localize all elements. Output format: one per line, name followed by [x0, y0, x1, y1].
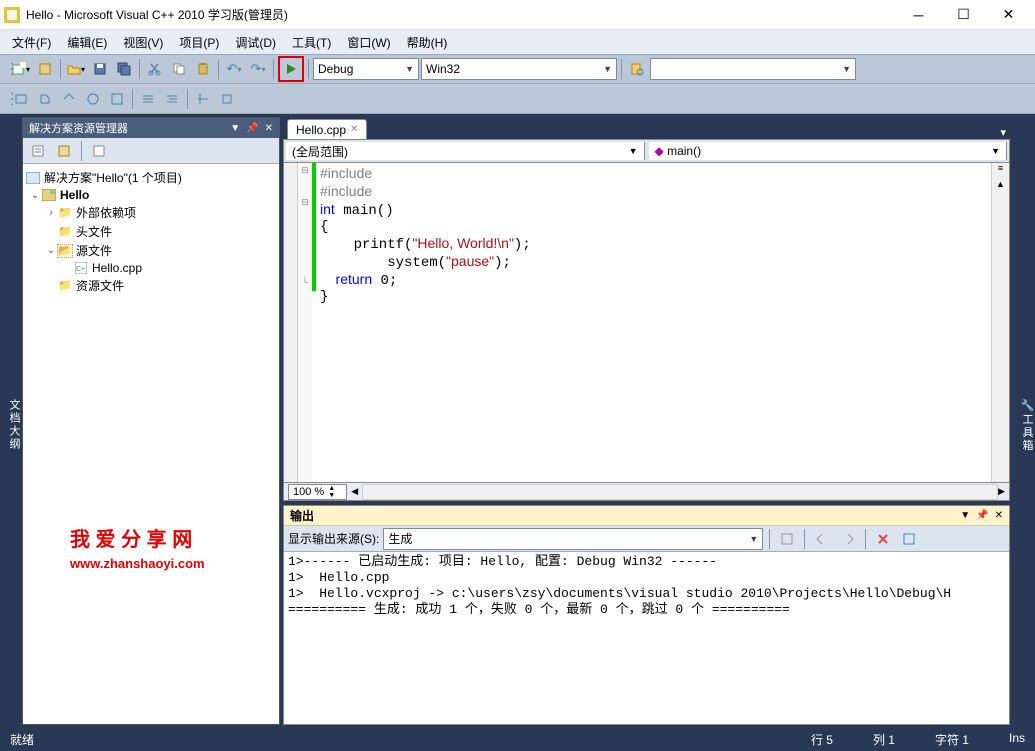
- output-btn-1[interactable]: [776, 528, 798, 550]
- close-tab-icon[interactable]: ✕: [350, 124, 358, 135]
- window-title: Hello - Microsoft Visual C++ 2010 学习版(管理…: [26, 6, 896, 23]
- code-editor[interactable]: ⊟⊟└ #include #include int main() { print…: [283, 163, 1010, 483]
- main-toolbar: ⋮ ▾ ▾ ↶▾ ↷▾ Debug▼ Win32▼ ▼: [0, 54, 1035, 84]
- save-button[interactable]: [89, 58, 111, 80]
- menu-file[interactable]: 文件(F): [4, 32, 59, 53]
- output-toolbar: 显示输出来源(S): 生成▼: [284, 526, 1009, 552]
- tree-solution-root[interactable]: 解决方案"Hello"(1 个项目): [25, 168, 277, 187]
- properties-button[interactable]: [27, 140, 49, 162]
- scope-bar: (全局范围)▼ ◆ main()▼: [283, 139, 1010, 163]
- menu-debug[interactable]: 调试(D): [227, 32, 284, 53]
- menubar: 文件(F) 编辑(E) 视图(V) 项目(P) 调试(D) 工具(T) 窗口(W…: [0, 30, 1035, 54]
- panel-close-icon[interactable]: ✕: [265, 123, 273, 134]
- scope-right-combo[interactable]: ◆ main()▼: [649, 142, 1008, 160]
- app-icon: [4, 7, 20, 23]
- output-dropdown-icon[interactable]: ▼: [960, 510, 970, 521]
- show-all-button[interactable]: [53, 140, 75, 162]
- cut-button[interactable]: [144, 58, 166, 80]
- minimize-button[interactable]: ─: [896, 1, 941, 29]
- output-text[interactable]: 1>------ 已启动生成: 项目: Hello, 配置: Debug Win…: [284, 552, 1009, 724]
- solution-explorer-header: 解决方案资源管理器 ▼ 📌 ✕: [23, 118, 279, 138]
- solution-explorer-panel: 解决方案资源管理器 ▼ 📌 ✕ 解决方案"Hello"(1 个项目) ⌄ Hel…: [22, 117, 280, 725]
- save-all-button[interactable]: [113, 58, 135, 80]
- tb2-btn-4[interactable]: [82, 88, 104, 110]
- tb2-btn-8[interactable]: [192, 88, 214, 110]
- vertical-scrollbar[interactable]: ≡ ▲: [991, 163, 1009, 482]
- status-ready: 就绪: [10, 731, 34, 748]
- undo-button[interactable]: ↶▾: [223, 58, 245, 80]
- scope-left-combo[interactable]: (全局范围)▼: [286, 142, 645, 160]
- output-wrap-button[interactable]: [898, 528, 920, 550]
- output-source-combo[interactable]: 生成▼: [383, 528, 763, 550]
- tb2-btn-2[interactable]: [34, 88, 56, 110]
- watermark: 我 爱 分 享 网 www.zhanshaoyi.com: [70, 523, 205, 571]
- menu-tools[interactable]: 工具(T): [284, 32, 339, 53]
- tree-headers[interactable]: 📁 头文件: [25, 222, 277, 241]
- panel-dropdown-icon[interactable]: ▼: [230, 123, 240, 134]
- output-source-label: 显示输出来源(S):: [288, 530, 379, 547]
- output-clear-button[interactable]: [872, 528, 894, 550]
- add-item-button[interactable]: [34, 58, 56, 80]
- tab-dropdown-icon[interactable]: ▾: [1000, 126, 1006, 139]
- find-in-files-button[interactable]: [626, 58, 648, 80]
- left-rail-tab[interactable]: 文档大纲: [0, 114, 22, 728]
- output-btn-2[interactable]: [811, 528, 833, 550]
- editor-footer: 100 % ▲▼ ◀ ▶: [283, 483, 1010, 501]
- start-debug-highlight: [278, 56, 304, 82]
- status-char: 字符 1: [935, 731, 969, 748]
- menu-edit[interactable]: 编辑(E): [59, 32, 115, 53]
- menu-view[interactable]: 视图(V): [115, 32, 171, 53]
- status-ins: Ins: [1009, 731, 1025, 748]
- tree-sources[interactable]: ⌄ 📂 源文件: [25, 241, 277, 260]
- tb2-btn-1[interactable]: [10, 88, 32, 110]
- start-debug-button[interactable]: [281, 59, 301, 79]
- menu-project[interactable]: 项目(P): [171, 32, 227, 53]
- tree-resources[interactable]: 📁 资源文件: [25, 276, 277, 295]
- titlebar: Hello - Microsoft Visual C++ 2010 学习版(管理…: [0, 0, 1035, 30]
- close-button[interactable]: ✕: [986, 1, 1031, 29]
- tb2-btn-9[interactable]: [216, 88, 238, 110]
- zoom-combo[interactable]: 100 % ▲▼: [288, 484, 347, 500]
- secondary-toolbar: ⋮: [0, 84, 1035, 114]
- tree-file-hello[interactable]: C+ Hello.cpp: [25, 260, 277, 276]
- status-line: 行 5: [811, 731, 833, 748]
- output-close-icon[interactable]: ✕: [995, 510, 1003, 521]
- solution-explorer-title: 解决方案资源管理器: [29, 120, 128, 136]
- horizontal-scrollbar[interactable]: [362, 484, 998, 500]
- maximize-button[interactable]: ☐: [941, 1, 986, 29]
- open-button[interactable]: ▾: [65, 58, 87, 80]
- code-area[interactable]: #include #include int main() { printf("H…: [316, 163, 991, 482]
- menu-help[interactable]: 帮助(H): [399, 32, 456, 53]
- document-tabs: Hello.cpp ✕ ▾: [283, 117, 1010, 139]
- overlay-badge: 软件智库: [893, 667, 1005, 691]
- tree-project[interactable]: ⌄ Hello: [25, 187, 277, 203]
- output-title: 输出: [290, 507, 314, 524]
- tb2-btn-3[interactable]: [58, 88, 80, 110]
- tb2-btn-7[interactable]: [161, 88, 183, 110]
- statusbar: 就绪 行 5 列 1 字符 1 Ins: [0, 728, 1035, 751]
- output-btn-3[interactable]: [837, 528, 859, 550]
- tb2-btn-5[interactable]: [106, 88, 128, 110]
- menu-window[interactable]: 窗口(W): [339, 32, 398, 53]
- redo-button[interactable]: ↷▾: [247, 58, 269, 80]
- view-code-button[interactable]: [88, 140, 110, 162]
- tab-hello-cpp[interactable]: Hello.cpp ✕: [287, 119, 367, 139]
- tree-external[interactable]: › 📁 外部依赖项: [25, 203, 277, 222]
- tb2-btn-6[interactable]: [137, 88, 159, 110]
- paste-button[interactable]: [192, 58, 214, 80]
- output-pin-icon[interactable]: 📌: [976, 510, 988, 521]
- solution-toolbar: [23, 138, 279, 164]
- new-project-button[interactable]: ▾: [10, 58, 32, 80]
- find-combo[interactable]: ▼: [650, 58, 856, 80]
- panel-pin-icon[interactable]: 📌: [246, 123, 258, 134]
- config-combo[interactable]: Debug▼: [313, 58, 419, 80]
- platform-combo[interactable]: Win32▼: [421, 58, 617, 80]
- copy-button[interactable]: [168, 58, 190, 80]
- solution-tree[interactable]: 解决方案"Hello"(1 个项目) ⌄ Hello › 📁 外部依赖项 📁 头…: [23, 164, 279, 724]
- output-panel: 输出 ▼ 📌 ✕ 显示输出来源(S): 生成▼ 1>------ 已启动: [283, 505, 1010, 725]
- svg-text:C+: C+: [76, 266, 85, 273]
- right-rail-tab[interactable]: 🔧工具箱: [1013, 114, 1035, 728]
- status-col: 列 1: [873, 731, 895, 748]
